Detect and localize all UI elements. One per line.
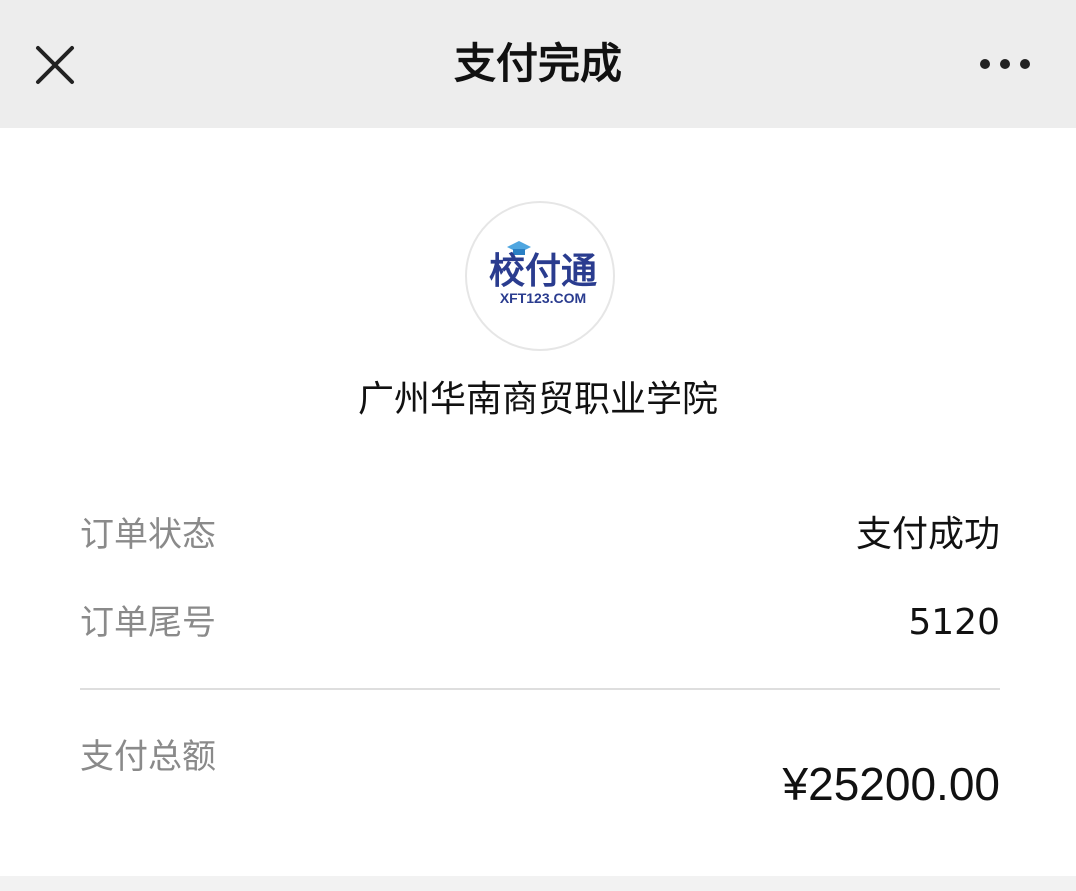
more-dots-icon — [980, 59, 1030, 69]
merchant-name: 广州华南商贸职业学院 — [357, 379, 718, 420]
total-amount-value: ¥25200.00 — [782, 758, 1000, 810]
merchant-logo: 校付通 XFT123.COM — [465, 201, 615, 351]
page-title: 支付完成 — [453, 39, 622, 88]
merchant-logo-graphic: 校付通 XFT123.COM — [489, 241, 597, 306]
order-tail-value: 5120 — [908, 602, 1000, 643]
payment-result-panel: 校付通 XFT123.COM 广州华南商贸职业学院 订单状态 支付成功 订单尾号… — [0, 128, 1076, 876]
top-bar: 支付完成 — [0, 0, 1076, 128]
more-button[interactable] — [972, 44, 1038, 84]
merchant-logo-domain: XFT123.COM — [500, 290, 586, 306]
total-amount-label: 支付总额 — [80, 737, 216, 777]
bottom-strip — [0, 876, 1076, 891]
order-tail-label: 订单尾号 — [80, 603, 216, 643]
merchant-logo-wordmark: 校付通 — [489, 251, 597, 292]
order-status-value: 支付成功 — [855, 514, 1000, 555]
order-status-label: 订单状态 — [80, 515, 216, 555]
divider — [80, 688, 1000, 690]
